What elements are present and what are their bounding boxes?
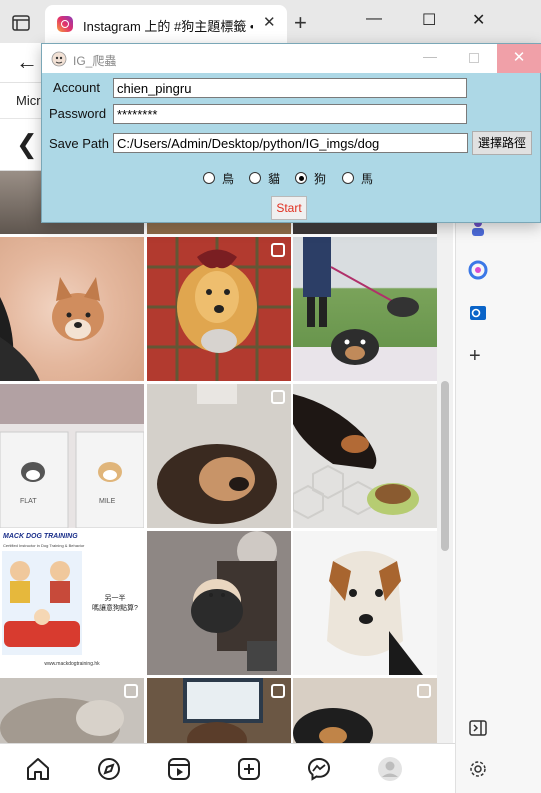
park-dogs-drawing [293,237,437,381]
radio-label: 狗 [314,172,327,186]
terrier-drawing [293,531,437,675]
multi-photo-icon [271,684,285,698]
dialog-titlebar[interactable]: IG_爬蟲 — ✕ [42,44,541,73]
create-icon[interactable] [236,756,262,782]
radio-label: 貓 [268,172,281,186]
dialog-maximize-button[interactable] [469,53,479,63]
account-input[interactable] [113,78,467,98]
radio-dot[interactable] [249,172,261,184]
dialog-minimize-button[interactable]: — [423,48,437,64]
scraper-dialog: IG_爬蟲 — ✕ Account Password Save Path 選擇路… [41,43,541,223]
maximize-button[interactable]: ☐ [422,10,436,30]
instagram-icon [57,16,73,32]
dog-eating-drawing [293,394,419,520]
grid-photo-ad[interactable]: MACK DOG TRAINING Certified Instructor i… [0,531,144,675]
close-window-button[interactable]: ✕ [472,10,485,30]
grid-photo-park-dogs[interactable] [293,237,437,381]
radio-label: 鳥 [222,172,235,186]
browse-path-button[interactable]: 選擇路徑 [472,131,532,155]
add-sidebar-app-icon[interactable]: + [469,345,481,368]
dog-workshop-drawing [147,531,291,675]
account-label: Account [53,80,100,95]
grid-photo-dog-food[interactable] [293,384,437,528]
tab-bar: Instagram 上的 #狗主題標籤 • 相片和影片 ✕ + — ☐ ✕ [0,0,541,43]
laptop-dog-drawing [183,678,263,743]
explore-icon[interactable] [96,756,122,782]
grid-photo-terrier[interactable] [293,531,437,675]
grid-photo-frames[interactable]: FLAT MILE [0,384,144,528]
grid-photo-ribbon-dog[interactable] [147,237,291,381]
ad-brand: MACK DOG TRAINING [3,533,78,540]
grid-photo-laptop-dog[interactable] [147,678,291,743]
page-scrollbar[interactable]: ▼ [437,171,453,791]
settings-gear-icon[interactable] [468,759,488,779]
multi-photo-icon [124,684,138,698]
frame-right-caption: MILE [99,498,116,505]
dialog-title: IG_爬蟲 [73,54,117,68]
profile-icon[interactable] [377,756,403,782]
radio-dot-selected[interactable] [295,172,307,184]
savepath-input[interactable] [113,133,468,153]
ad-cartoon-drawing [2,551,82,655]
animal-radio-group: 鳥 貓 狗 馬 [203,169,383,189]
framed-prints-drawing [0,384,144,528]
hide-sidebar-icon[interactable] [468,718,488,738]
instagram-bottom-nav [0,743,455,793]
new-tab-button[interactable]: + [294,10,307,36]
close-tab-icon[interactable]: ✕ [263,13,276,31]
radio-dot[interactable] [342,172,354,184]
cat-drawing [0,698,124,743]
grid-photo-cat[interactable] [0,678,144,743]
ad-bubble: 另一半 嗎讓意狗點算? [92,595,138,612]
password-label: Password [49,106,107,121]
sleeping-dog-drawing [147,384,291,528]
outlook-icon[interactable] [468,303,488,323]
password-input[interactable] [113,104,467,124]
radio-dot[interactable] [203,172,215,184]
photo-grid: FLAT MILE MACK DOG TRAINING Certified In… [0,171,437,743]
frame-left-caption: FLAT [20,498,37,505]
savepath-label: Save Path [49,136,109,151]
minimize-button[interactable]: — [366,10,382,28]
reels-icon[interactable] [166,756,192,782]
dog-tattoo-drawing [0,277,104,381]
favorites-item[interactable]: Micr [16,93,41,108]
browser-window: Instagram 上的 #狗主題標籤 • 相片和影片 ✕ + — ☐ ✕ ← … [0,0,541,793]
grid-photo-dog-workshop[interactable] [147,531,291,675]
multi-photo-icon [417,684,431,698]
dialog-close-button[interactable]: ✕ [497,44,541,73]
ad-line: Certified Instructor in Dog Training & B… [3,543,85,548]
multi-photo-icon [271,243,285,257]
back-arrow-icon[interactable]: ← [16,49,38,75]
scrollbar-thumb[interactable] [441,381,449,551]
black-dog-drawing [293,708,373,743]
grid-photo-sleeping-dog[interactable] [147,384,291,528]
tab-actions-icon[interactable] [10,12,32,34]
start-button[interactable]: Start [271,196,307,220]
chevron-left-icon[interactable]: ❮ [16,129,38,160]
ad-footer: www.mackdogtraining.hk [44,661,100,667]
messenger-icon[interactable] [306,756,332,782]
grid-photo-black-dog[interactable] [293,678,437,743]
multi-photo-icon [271,390,285,404]
app-feather-icon [51,51,67,67]
home-icon[interactable] [25,756,51,782]
active-tab[interactable]: Instagram 上的 #狗主題標籤 • 相片和影片 ✕ [45,5,287,43]
grid-photo-tattoo[interactable] [0,237,144,381]
copilot-icon[interactable] [468,260,488,280]
dog-with-bow-drawing [147,237,291,381]
radio-label: 馬 [361,172,374,186]
tab-title: Instagram 上的 #狗主題標籤 • 相片和影片 [83,19,253,34]
